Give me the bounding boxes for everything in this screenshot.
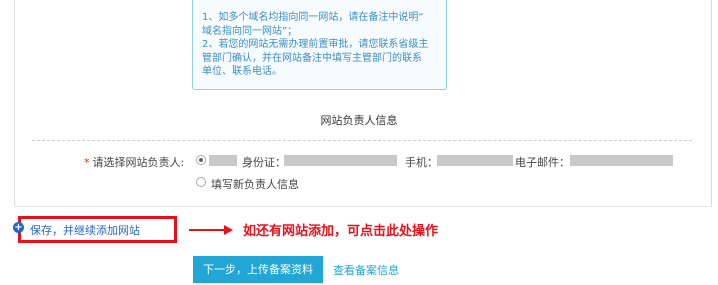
redacted-email [570, 155, 673, 166]
tip-line: 2、若您的网站无需办理前置审批，请您联系省级主 [202, 39, 429, 50]
next-upload-button[interactable]: 下一步，上传备案资料 [193, 256, 323, 283]
section-title: 网站负责人信息 [320, 114, 398, 127]
save-and-add-website-link[interactable]: 保存，并继续添加网站 [30, 222, 140, 238]
form-frame-left-border [14, 0, 15, 206]
annotation-arrow-line [189, 229, 226, 231]
view-filing-info-link[interactable]: 查看备案信息 [333, 262, 399, 278]
tip-line: 域名指向同一网站”； [202, 25, 298, 37]
phone-label: 手机： [405, 156, 438, 169]
section-divider [32, 140, 692, 141]
person-select-label-text: 请选择网站负责人: [92, 156, 185, 169]
tip-box: 1、如多个域名均指向同一网站，请在备注中说明“ 域名指向同一网站”； 2、若您的… [192, 0, 447, 90]
new-person-label[interactable]: 填写新负责人信息 [211, 176, 299, 192]
redacted-phone [437, 155, 513, 166]
redacted-id-number [284, 155, 397, 166]
email-label: 电子邮件： [515, 156, 570, 169]
tip-line: 管部门确认，并在网站备注中填写主管部门的联系 [202, 52, 422, 64]
existing-person-radio[interactable] [196, 155, 206, 165]
new-person-radio[interactable] [196, 177, 206, 187]
redacted-name [209, 155, 237, 166]
person-select-label: * 请选择网站负责人: [84, 154, 184, 170]
form-frame-bottom-border [14, 206, 712, 207]
plus-circle-icon[interactable]: + [13, 222, 24, 233]
arrow-right-icon [224, 225, 233, 235]
id-label: 身份证： [242, 156, 286, 169]
form-frame-right-border [711, 0, 712, 206]
tip-line: 单位、联系电话。 [202, 66, 282, 77]
annotation-text: 如还有网站添加，可点击此处操作 [243, 224, 439, 239]
tip-line: 1、如多个域名均指向同一网站，请在备注中说明“ [202, 12, 424, 23]
required-mark: * [84, 156, 90, 169]
